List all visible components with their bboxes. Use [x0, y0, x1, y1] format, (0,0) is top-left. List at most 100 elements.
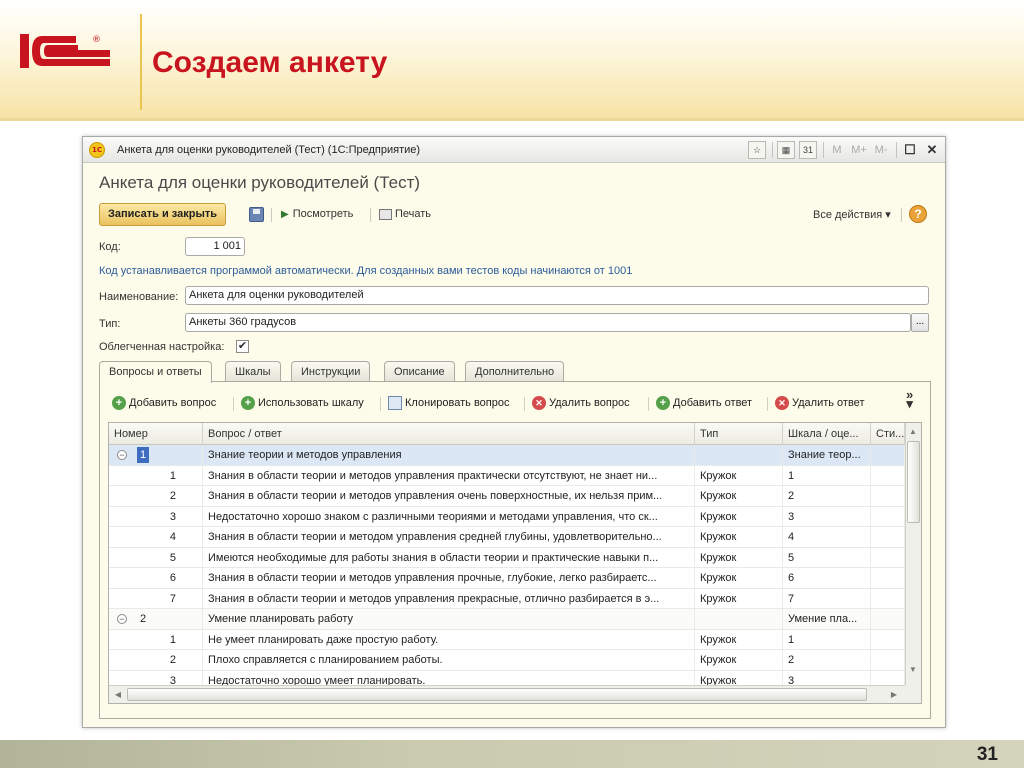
delete-answer-button[interactable]: ✕ Удалить ответ	[775, 396, 864, 410]
add-icon: +	[112, 396, 126, 410]
scroll-thumb[interactable]	[127, 688, 867, 701]
name-field[interactable]: Анкета для оценки руководителей	[185, 286, 929, 305]
table-row[interactable]: 4 Знания в области теории и методом управ…	[109, 527, 905, 548]
scroll-thumb[interactable]	[907, 441, 920, 523]
all-actions-label: Все действия	[813, 209, 883, 221]
close-icon[interactable]: ✕	[923, 141, 941, 159]
memory-button-m-plus[interactable]: M+	[850, 141, 868, 159]
printer-icon	[379, 208, 392, 220]
cell-scale: 2	[783, 650, 871, 670]
column-header-style[interactable]: Сти...	[871, 423, 905, 445]
table-row[interactable]: 1 Знания в области теории и методов управ…	[109, 465, 905, 486]
table-row[interactable]: 2 Знания в области теории и методов управ…	[109, 486, 905, 507]
bookmark-icon[interactable]: ☆	[748, 141, 766, 159]
view-button[interactable]: ▶ Посмотреть	[281, 208, 353, 220]
cell-scale: Умение пла...	[783, 609, 871, 629]
cell-type: Кружок	[695, 650, 783, 670]
help-icon[interactable]: ?	[909, 205, 927, 223]
column-header-number[interactable]: Номер	[109, 423, 203, 445]
window-title: Анкета для оценки руководителей (Тест) (…	[117, 144, 421, 156]
table-row[interactable]: 5 Имеются необходимые для работы знания в…	[109, 547, 905, 568]
cell-style	[871, 650, 905, 670]
table-row[interactable]: 7 Знания в области теории и методов управ…	[109, 588, 905, 609]
tab-additional[interactable]: Дополнительно	[465, 361, 565, 382]
table-group-row[interactable]: −2 Умение планировать работу Умение пла...	[109, 609, 905, 630]
type-select-button[interactable]: ...	[911, 313, 929, 332]
use-scale-button[interactable]: + Использовать шкалу	[241, 396, 364, 410]
cell-question: Плохо справляется с планированием работы…	[203, 650, 695, 670]
tab-scales[interactable]: Шкалы	[225, 361, 281, 382]
memory-button-m[interactable]: M	[828, 141, 846, 159]
cell-question: Знания в области теории и методов управл…	[203, 588, 695, 609]
table-row[interactable]: 1 Не умеет планировать даже простую работ…	[109, 629, 905, 650]
simple-setup-label: Облегченная настройка:	[99, 341, 225, 353]
clone-icon	[388, 396, 402, 410]
scroll-right-icon[interactable]: ▶	[887, 690, 901, 699]
type-field[interactable]: Анкеты 360 градусов	[185, 313, 911, 332]
cell-number: 4	[109, 527, 203, 547]
column-header-question[interactable]: Вопрос / ответ	[203, 423, 695, 445]
column-header-scale[interactable]: Шкала / оце...	[783, 423, 871, 445]
collapse-icon[interactable]: −	[117, 614, 127, 624]
cell-style	[871, 445, 905, 465]
cell-number: 1	[109, 629, 203, 650]
scroll-left-icon[interactable]: ◀	[111, 690, 125, 699]
calendar-icon[interactable]: 31	[799, 141, 817, 159]
memory-button-m-minus[interactable]: M-	[872, 141, 890, 159]
vertical-scrollbar[interactable]: ▲ ▼	[905, 423, 921, 685]
cell-type: Кружок	[695, 588, 783, 609]
tab-questions-answers[interactable]: Вопросы и ответы	[99, 361, 212, 383]
more-actions-icon[interactable]: » ▾	[906, 388, 913, 410]
delete-question-label: Удалить вопрос	[549, 397, 630, 409]
cell-number: 7	[109, 588, 203, 609]
cell-number: 1	[109, 465, 203, 486]
table-group-row[interactable]: −1 Знание теории и методов управления Знан…	[109, 445, 905, 466]
horizontal-scrollbar[interactable]: ◀ ▶	[109, 685, 905, 703]
tab-panel: + Добавить вопрос + Использовать шкалу К…	[99, 381, 931, 719]
calculator-icon[interactable]: ▦	[777, 141, 795, 159]
add-question-button[interactable]: + Добавить вопрос	[112, 396, 216, 410]
save-icon[interactable]	[249, 207, 264, 222]
cell-question: Знания в области теории и методов управл…	[203, 486, 695, 506]
column-header-type[interactable]: Тип	[695, 423, 783, 445]
cell-type: Кружок	[695, 465, 783, 486]
table-row[interactable]: 6 Знания в области теории и методов управ…	[109, 568, 905, 589]
1c-logo: ®	[20, 34, 110, 68]
scroll-up-icon[interactable]: ▲	[906, 427, 920, 436]
toolbar-separator	[524, 397, 525, 411]
tab-instructions[interactable]: Инструкции	[291, 361, 371, 382]
table-header: Номер Вопрос / ответ Тип Шкала / оце... …	[109, 423, 905, 445]
scroll-down-icon[interactable]: ▼	[906, 665, 920, 674]
all-actions-menu[interactable]: Все действия ▾	[813, 208, 891, 221]
cell-scale: 4	[783, 527, 871, 547]
code-field[interactable]: 1 001	[185, 237, 245, 256]
cell-question: Умение планировать работу	[203, 609, 695, 629]
print-button[interactable]: Печать	[379, 208, 431, 220]
add-icon: +	[656, 396, 670, 410]
chevron-down-icon: ▾	[885, 209, 891, 221]
svg-text:®: ®	[92, 35, 101, 45]
slide-footer: 31	[0, 740, 1024, 768]
restore-icon[interactable]: ☐	[901, 141, 919, 159]
add-answer-button[interactable]: + Добавить ответ	[656, 396, 752, 410]
cell-scale: 1	[783, 629, 871, 650]
code-hint: Код устанавливается программой автоматич…	[99, 265, 633, 277]
cell-type: Кружок	[695, 527, 783, 547]
delete-answer-label: Удалить ответ	[792, 397, 865, 409]
cell-question: Знание теории и методов управления	[203, 445, 695, 465]
collapse-icon[interactable]: −	[117, 450, 127, 460]
table-row[interactable]: 2 Плохо справляется с планированием работ…	[109, 650, 905, 671]
tab-description[interactable]: Описание	[384, 361, 455, 382]
cell-scale: Знание теор...	[783, 445, 871, 465]
cell-number: 5	[109, 547, 203, 568]
simple-setup-checkbox[interactable]: ✔	[236, 340, 249, 353]
save-and-close-button[interactable]: Записать и закрыть	[99, 203, 227, 226]
toolbar-separator	[767, 397, 768, 411]
cell-scale: 5	[783, 547, 871, 568]
toolbar-separator	[901, 208, 902, 222]
delete-question-button[interactable]: ✕ Удалить вопрос	[532, 396, 630, 410]
play-icon: ▶	[281, 208, 289, 220]
table-row[interactable]: 3 Недостаточно хорошо знаком с различными…	[109, 506, 905, 527]
group-number: 1	[137, 447, 150, 463]
clone-question-button[interactable]: Клонировать вопрос	[388, 396, 509, 410]
